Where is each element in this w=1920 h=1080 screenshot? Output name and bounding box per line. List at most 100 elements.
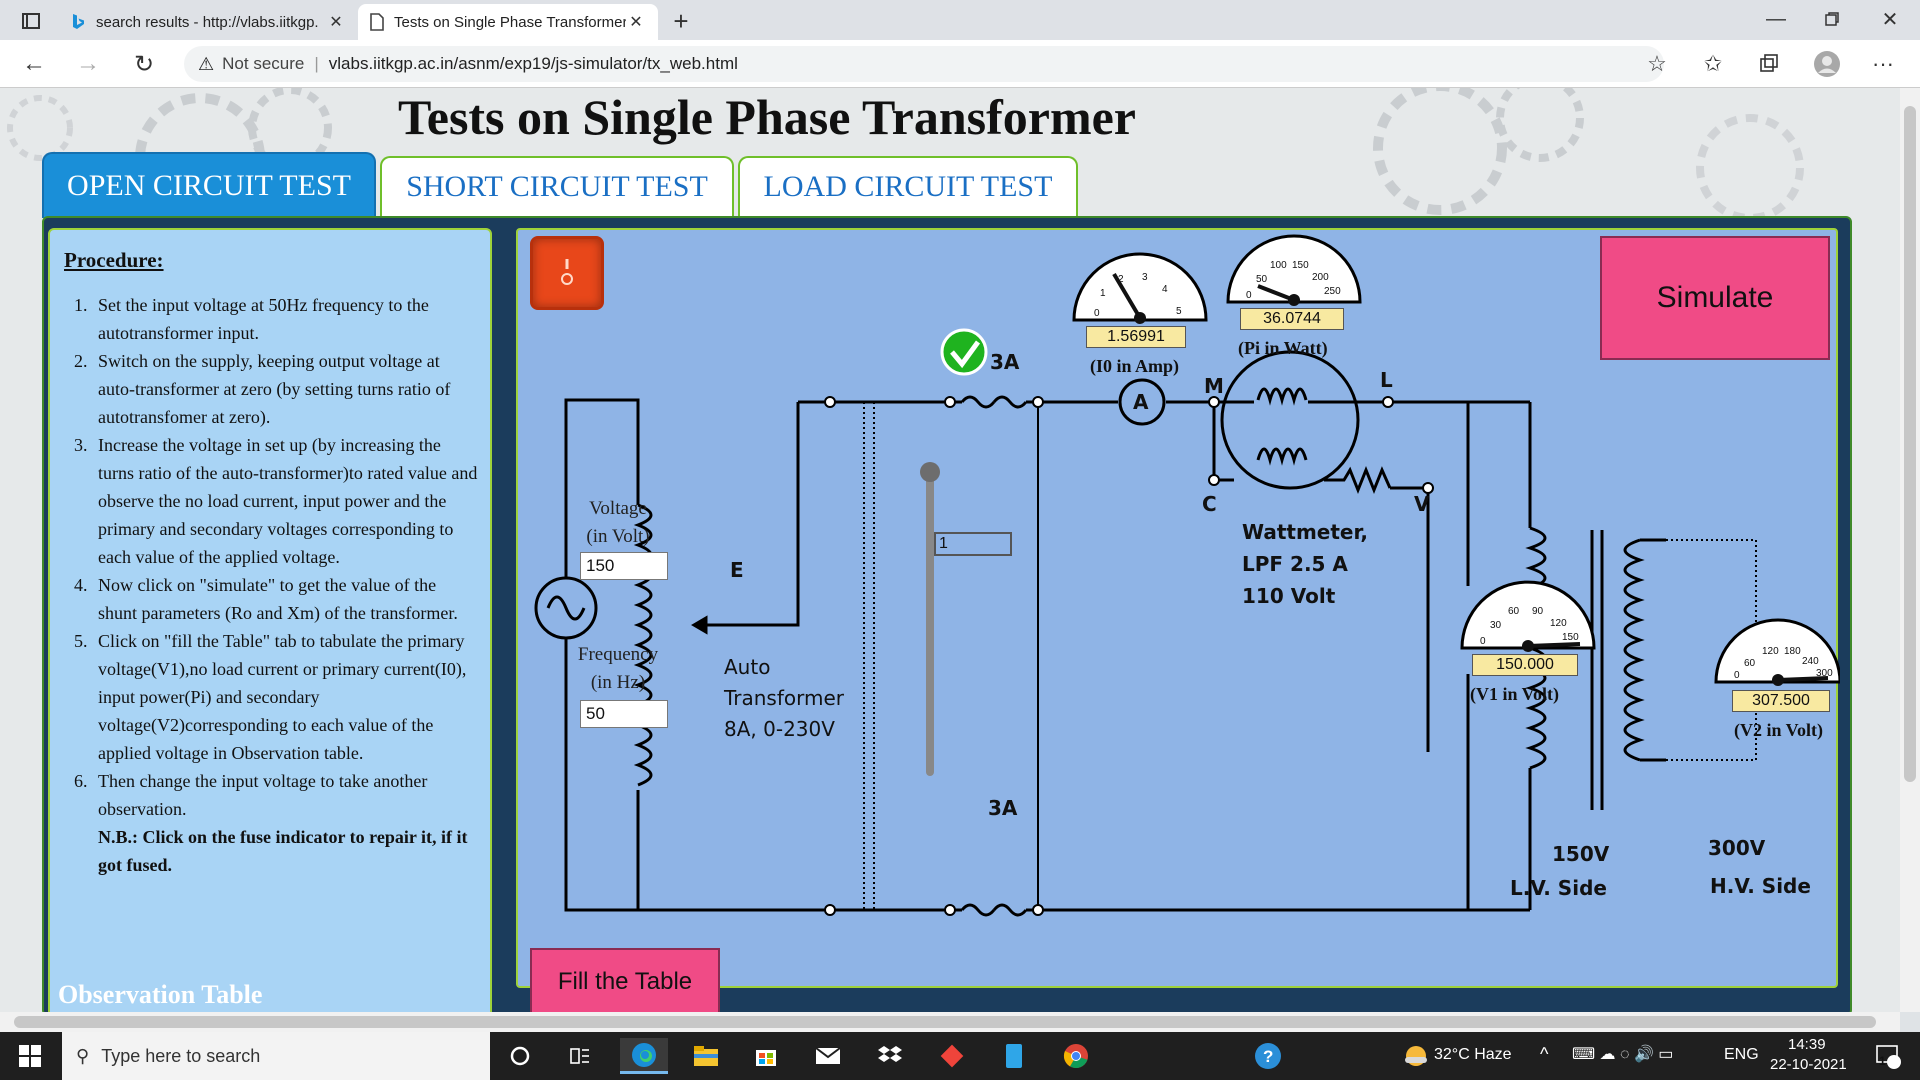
dropbox-icon[interactable] <box>866 1038 914 1074</box>
wattmeter-rating-1: Wattmeter, <box>1242 520 1369 544</box>
fuse-bottom-label: 3A <box>988 796 1018 820</box>
ac-source-icon <box>534 576 598 640</box>
store-icon[interactable] <box>742 1038 790 1074</box>
close-icon[interactable]: ✕ <box>326 12 346 32</box>
lv-voltage-label: 150V <box>1552 842 1610 866</box>
favorites-icon[interactable]: ✩ <box>1696 50 1730 78</box>
cortana-icon[interactable] <box>496 1038 544 1074</box>
url-text[interactable]: vlabs.iitkgp.ac.in/asnm/exp19/js-simulat… <box>329 54 738 74</box>
dial-tick-label: 0 <box>1246 290 1252 301</box>
notepad-icon[interactable] <box>990 1038 1038 1074</box>
weather-text[interactable]: 32°C Haze <box>1434 1046 1512 1064</box>
url-input[interactable]: ⚠ Not secure | vlabs.iitkgp.ac.in/asnm/e… <box>184 46 1664 82</box>
close-icon[interactable]: ✕ <box>626 12 646 32</box>
procedure-step: Click on "fill the Table" tab to tabulat… <box>92 627 478 767</box>
turns-ratio-slider-handle[interactable] <box>920 462 940 482</box>
security-label[interactable]: Not secure <box>222 54 304 74</box>
horizontal-scrollbar-thumb[interactable] <box>14 1016 1876 1028</box>
dial-tick-label: 150 <box>1562 632 1579 643</box>
maximize-icon[interactable] <box>1812 4 1852 34</box>
url-separator: | <box>314 54 319 73</box>
browser-tab-search-results[interactable]: search results - http://vlabs.iitkgp. ✕ <box>58 4 358 40</box>
tray-expand-icon[interactable]: ^ <box>1540 1044 1548 1065</box>
dial-tick-label: 60 <box>1508 606 1520 617</box>
i0-meter-label: (I0 in Amp) <box>1090 356 1180 376</box>
taskbar-search-box[interactable]: ⚲ Type here to search <box>62 1032 490 1080</box>
voltage-label: Voltage <box>589 498 647 519</box>
dial-tick-label: 180 <box>1784 646 1801 657</box>
autotransformer-label-3: 8A, 0-230V <box>724 717 835 741</box>
wattmeter-c-label: C <box>1202 492 1217 516</box>
tab-load-circuit-test[interactable]: LOAD CIRCUIT TEST <box>738 156 1078 216</box>
back-icon[interactable]: ← <box>18 50 50 78</box>
turns-ratio-slider[interactable] <box>926 468 934 776</box>
procedure-panel: Procedure: Set the input voltage at 50Hz… <box>48 228 492 1012</box>
voltage-input[interactable] <box>580 552 668 580</box>
mail-icon[interactable] <box>804 1038 852 1074</box>
ammeter-label: A <box>1133 390 1149 414</box>
chrome-icon[interactable] <box>1052 1038 1100 1074</box>
clock-time[interactable]: 14:39 <box>1788 1036 1826 1053</box>
frequency-unit-label: (in Hz) <box>590 672 646 693</box>
autotransformer-label-2: Transformer <box>724 686 845 710</box>
language-indicator[interactable]: ENG <box>1724 1046 1759 1064</box>
procedure-step: Then change the input voltage to take an… <box>92 767 478 823</box>
tray-system-icons[interactable]: ⌨ ☁ ◌ 🔊 ▭ <box>1572 1044 1673 1064</box>
dial-tick-label: 0 <box>1480 636 1486 647</box>
vertical-scrollbar-thumb[interactable] <box>1904 106 1916 782</box>
power-icon <box>561 259 573 285</box>
file-explorer-icon[interactable] <box>682 1038 730 1074</box>
tab-actions-icon[interactable] <box>14 6 48 36</box>
v1-meter-label: (V1 in Volt) <box>1470 684 1560 704</box>
pi-meter-label: (Pi in Watt) <box>1238 338 1328 358</box>
v1-readout: 150.000 <box>1472 654 1578 676</box>
v2-meter-label: (V2 in Volt) <box>1734 720 1824 740</box>
tab-label: search results - http://vlabs.iitkgp. <box>96 13 319 31</box>
help-icon[interactable]: ? <box>1244 1038 1292 1074</box>
notifications-icon[interactable] <box>1864 1038 1912 1074</box>
new-tab-icon[interactable]: + <box>664 6 698 36</box>
windows-start-icon[interactable] <box>6 1038 54 1074</box>
collections-icon[interactable] <box>1752 50 1786 78</box>
simulate-button[interactable]: Simulate <box>1600 236 1830 360</box>
window-close-icon[interactable]: ✕ <box>1870 4 1910 34</box>
more-menu-icon[interactable]: ··· <box>1866 50 1900 78</box>
dial-tick-label: 240 <box>1802 656 1819 667</box>
wattmeter-v-label: V <box>1414 492 1430 516</box>
tab-label: Tests on Single Phase Transformer <box>394 13 626 31</box>
profile-avatar-icon[interactable] <box>1810 48 1844 80</box>
edge-icon[interactable] <box>620 1038 668 1074</box>
dial-tick-label: 0 <box>1734 670 1740 681</box>
dial-tick-label: 3 <box>1142 272 1148 283</box>
address-bar: ← → ↻ ⚠ Not secure | vlabs.iitkgp.ac.in/… <box>0 40 1920 88</box>
fuse-ok-check-icon[interactable] <box>940 328 988 376</box>
procedure-heading: Procedure: <box>64 248 164 272</box>
tab-short-circuit-test[interactable]: SHORT CIRCUIT TEST <box>380 156 734 216</box>
weather-icon[interactable] <box>1392 1038 1440 1074</box>
tab-open-circuit-test[interactable]: OPEN CIRCUIT TEST <box>42 152 376 218</box>
minimize-icon[interactable]: — <box>1756 4 1796 34</box>
dial-tick-label: 50 <box>1256 274 1268 285</box>
fill-table-button[interactable]: Fill the Table <box>530 948 720 1012</box>
wattmeter-rating-2: LPF 2.5 A <box>1242 552 1348 576</box>
warning-icon[interactable]: ⚠ <box>198 54 214 75</box>
dial-tick-label: 300 <box>1816 668 1833 679</box>
add-favorite-icon[interactable]: ☆ <box>1640 50 1674 78</box>
clock-date[interactable]: 22-10-2021 <box>1770 1056 1847 1073</box>
turns-ratio-input[interactable] <box>934 532 1012 556</box>
task-view-icon[interactable] <box>556 1038 604 1074</box>
browser-tab-transformer[interactable]: Tests on Single Phase Transformer ✕ <box>358 4 658 40</box>
observation-table-title: Observation Table <box>58 980 263 1009</box>
dial-tick-label: 5 <box>1176 306 1182 317</box>
fuse-top-label: 3A <box>990 350 1020 374</box>
refresh-icon[interactable]: ↻ <box>128 50 160 78</box>
wattmeter-m-label: M <box>1204 374 1224 398</box>
dial-tick-label: 120 <box>1550 618 1567 629</box>
power-switch-button[interactable] <box>530 236 604 310</box>
dial-tick-label: 0 <box>1094 308 1100 319</box>
frequency-input[interactable] <box>580 700 668 728</box>
taskbar-search-placeholder: Type here to search <box>101 1045 261 1066</box>
dial-tick-label: 120 <box>1762 646 1779 657</box>
forward-icon[interactable]: → <box>72 50 104 78</box>
anydesk-icon[interactable] <box>928 1038 976 1074</box>
